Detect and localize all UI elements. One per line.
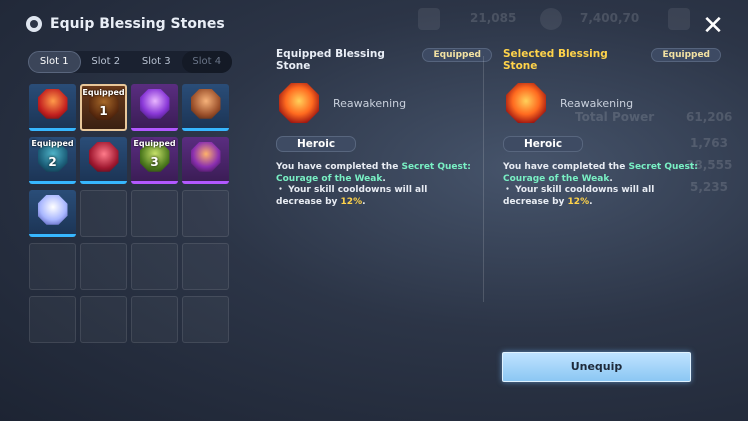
tab-slot-1[interactable]: Slot 1 (28, 51, 81, 73)
quest-name: Courage of the Weak (503, 173, 610, 184)
desc-prefix: You have completed the (276, 162, 402, 172)
purple-figure-stone-icon (139, 88, 170, 119)
equipped-label: Equipped (82, 88, 125, 97)
equipped-stone-panel: Equipped Blessing Stone Equipped Reawake… (276, 48, 492, 207)
effect-suffix: . (589, 196, 593, 207)
empty-stone-cell (182, 296, 229, 343)
stone-name: Reawakening (333, 97, 407, 110)
desc-prefix: You have completed the (503, 162, 629, 172)
selected-panel-title: Selected Blessing Stone (503, 48, 608, 72)
stone-cell[interactable]: Equipped 3 (131, 137, 178, 184)
reawakening-stone-icon (279, 83, 319, 123)
stone-inventory-grid: Equipped 1 Equipped 2 Equipped 3 (29, 84, 229, 343)
equipped-panel-title: Equipped Blessing Stone (276, 48, 385, 72)
stone-cell[interactable] (182, 84, 229, 131)
stone-description: You have completed the Secret Quest: Cou… (503, 162, 703, 208)
stone-cell[interactable] (29, 84, 76, 131)
stone-cell[interactable] (182, 137, 229, 184)
white-fox-stone-icon (37, 194, 68, 225)
red-sword-stone-icon (37, 88, 68, 119)
desc-suffix: . (609, 173, 613, 184)
stone-cell[interactable] (29, 190, 76, 237)
crimson-dragon-stone-icon (88, 141, 119, 172)
stone-cell[interactable] (80, 137, 127, 184)
empty-stone-cell (182, 243, 229, 290)
background-menu-icon (668, 8, 690, 30)
background-currency-icon (418, 8, 440, 30)
stone-cell-selected[interactable]: Equipped 1 (80, 84, 127, 131)
close-icon[interactable]: ✕ (700, 13, 726, 40)
background-currency-value: 21,085 (470, 11, 517, 25)
empty-stone-cell (80, 243, 127, 290)
violet-dancer-stone-icon (190, 141, 221, 172)
panel-divider (483, 56, 484, 302)
window-title: Equip Blessing Stones (26, 16, 225, 32)
tab-slot-2[interactable]: Slot 2 (81, 51, 132, 73)
rarity-badge: Heroic (276, 136, 356, 152)
stone-description: You have completed the Secret Quest: Cou… (276, 162, 476, 208)
effect-suffix: . (362, 196, 366, 207)
background-power-label: Total Power (575, 110, 655, 124)
slot-number: 1 (99, 103, 108, 118)
stone-cell[interactable]: Equipped 2 (29, 137, 76, 184)
quest-label: Secret Quest: (628, 162, 698, 172)
rarity-badge: Heroic (503, 136, 583, 152)
stone-cell[interactable] (131, 84, 178, 131)
background-stat-2: 1,763 (690, 136, 728, 150)
empty-stone-cell (29, 296, 76, 343)
effect-value: 12% (567, 196, 590, 207)
equipped-badge: Equipped (651, 48, 721, 62)
background-gold-icon (540, 8, 562, 30)
empty-stone-cell (131, 190, 178, 237)
quest-label: Secret Quest: (401, 162, 471, 172)
blessing-stone-icon (26, 16, 42, 32)
desc-suffix: . (382, 173, 386, 184)
equipped-label: Equipped (31, 139, 74, 148)
empty-stone-cell (29, 243, 76, 290)
window-title-text: Equip Blessing Stones (50, 16, 225, 32)
empty-stone-cell (131, 296, 178, 343)
reawakening-stone-icon (506, 83, 546, 123)
tab-slot-4[interactable]: Slot 4 (181, 51, 232, 73)
bronze-shield-stone-icon (190, 88, 221, 119)
equipped-badge: Equipped (422, 48, 492, 62)
tab-slot-3[interactable]: Slot 3 (131, 51, 182, 73)
background-gold-value: 7,400,70 (580, 11, 640, 25)
slot-tabs: Slot 1 Slot 2 Slot 3 Slot 4 (28, 51, 232, 73)
stone-name: Reawakening (560, 97, 634, 110)
unequip-button[interactable]: Unequip (502, 352, 691, 382)
background-stat-1: 61,206 (686, 110, 733, 124)
effect-value: 12% (340, 196, 363, 207)
empty-stone-cell (131, 243, 178, 290)
empty-stone-cell (80, 296, 127, 343)
slot-number: 2 (48, 155, 57, 170)
selected-stone-panel: Selected Blessing Stone Equipped Reawake… (503, 48, 721, 207)
empty-stone-cell (182, 190, 229, 237)
slot-number: 3 (150, 155, 159, 170)
empty-stone-cell (80, 190, 127, 237)
quest-name: Courage of the Weak (276, 173, 383, 184)
equipped-label: Equipped (133, 139, 176, 148)
